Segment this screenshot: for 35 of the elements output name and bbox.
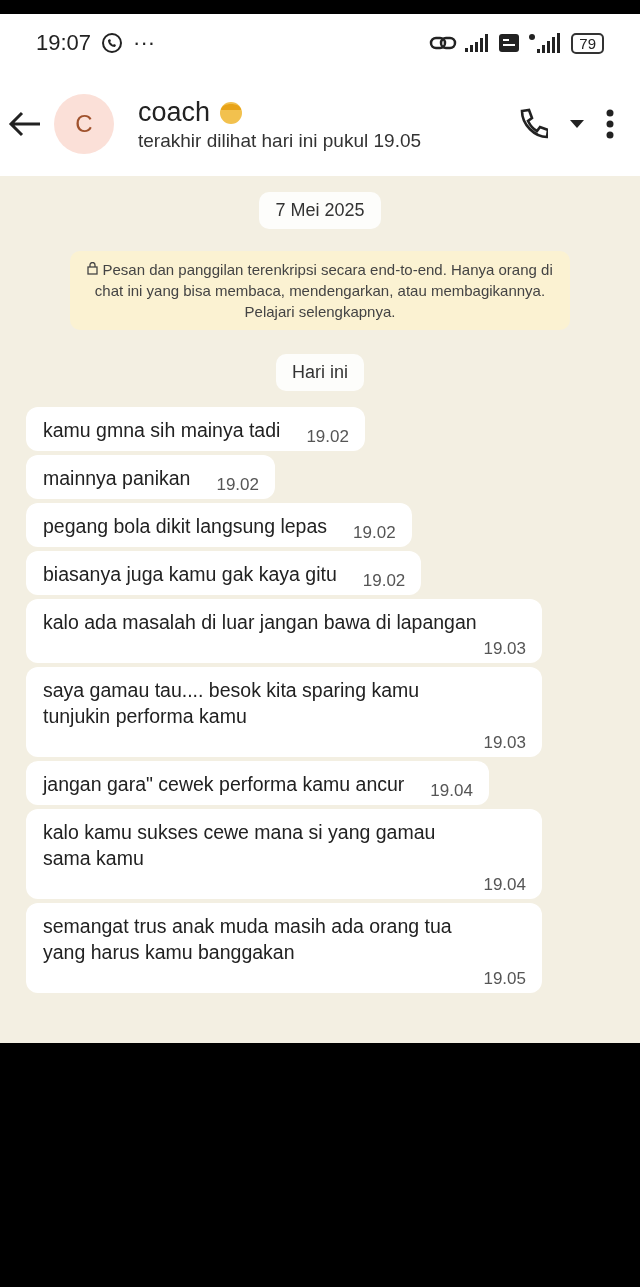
message-time: 19.02 [305, 427, 349, 447]
contact-name: coach [138, 96, 211, 128]
clock: 19:07 [36, 30, 92, 56]
avatar[interactable]: C [54, 94, 114, 154]
link-icon [429, 34, 458, 52]
chat-app-icon [101, 32, 124, 54]
message-time: 19.04 [429, 781, 473, 801]
message-time: 19.02 [215, 475, 259, 495]
more-icon[interactable] [606, 109, 614, 139]
more-notifications: ··· [133, 30, 156, 56]
message-time: 19.05 [482, 969, 526, 989]
message-text: mainnya panikan [43, 466, 191, 491]
encryption-notice[interactable]: Pesan dan panggilan terenkripsi secara end-to-end. Hanya orang di chat ini yang bisa membaca, mendengarkan, atau membagikannya. Pelajari selengkapnya. [70, 251, 570, 330]
message-text: pegang bola dikit langsung lepas [43, 514, 328, 539]
message-time: 19.02 [352, 523, 396, 543]
dropdown-icon[interactable] [570, 120, 584, 128]
message-text: semangat trus anak muda masih ada orang tua yang harus kamu banggakan [43, 914, 453, 965]
last-seen: terakhir dilihat hari ini pukul 19.05 [138, 129, 422, 152]
date-chip: 7 Mei 2025 [259, 192, 381, 229]
message-text: kalo kamu sukses cewe mana si yang gamau sama kamu [43, 820, 437, 871]
back-icon[interactable] [8, 111, 42, 137]
message-time: 19.04 [482, 875, 526, 895]
lock-icon [87, 262, 99, 275]
message-text: kalo ada masalah di luar jangan bawa di lapangan [43, 610, 477, 635]
message-text: saya gamau tau.... besok kita sparing kamu tunjukin performa kamu [43, 678, 421, 729]
message-time: 19.03 [482, 733, 526, 753]
battery-indicator: 79 [571, 32, 604, 54]
phone-icon[interactable] [518, 108, 548, 140]
message-time: 19.03 [482, 639, 526, 659]
message-time: 19.02 [361, 571, 406, 591]
message-text: kamu gmna sih mainya tadi [43, 418, 281, 443]
message-text: biasanya juga kamu gak kaya gitu [43, 562, 337, 587]
date-chip: Hari ini [276, 354, 364, 391]
message-text: jangan gara" cewek performa kamu ancur [43, 772, 405, 797]
notice-text: Pesan dan panggilan terenkripsi secara end-to-end. Hanya orang di chat ini yang bisa membaca, mendengarkan, atau membagikannya. Pelajari selengkapnya. [94, 261, 553, 320]
